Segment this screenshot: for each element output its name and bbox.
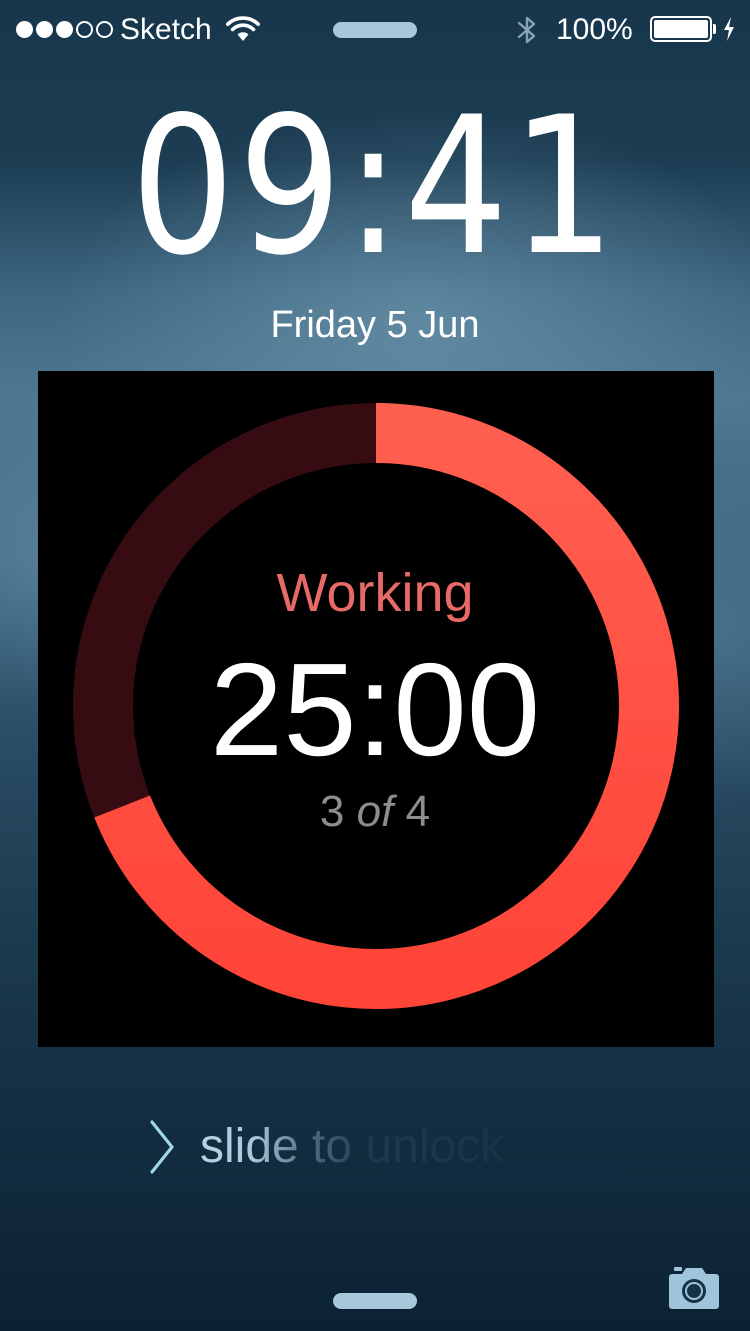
- battery-fill: [654, 20, 708, 38]
- session-of: of: [356, 787, 394, 836]
- signal-dot: [76, 21, 93, 38]
- lock-screen-date: Friday 5 Jun: [270, 304, 480, 346]
- lock-screen-time: 09:41: [0, 92, 750, 282]
- notification-center-grabber[interactable]: [333, 22, 417, 38]
- session-current: 3: [319, 787, 345, 836]
- battery-nub: [713, 24, 716, 34]
- signal-dot: [16, 21, 33, 38]
- bluetooth-icon: [517, 16, 536, 44]
- signal-dot: [56, 21, 73, 38]
- control-center-grabber[interactable]: [333, 1293, 417, 1309]
- timer-countdown: 25:00: [209, 636, 541, 783]
- status-bar: Sketch 100%: [0, 0, 750, 62]
- battery-icon: [650, 16, 712, 42]
- signal-strength: [16, 21, 113, 38]
- chevron-right-icon: [150, 1120, 174, 1174]
- signal-dot: [36, 21, 53, 38]
- session-total: 4: [405, 787, 431, 836]
- session-counter: 3 of 4: [0, 786, 750, 838]
- camera-icon[interactable]: [668, 1262, 720, 1310]
- bolt-icon: [724, 17, 734, 41]
- slide-to-unlock[interactable]: slide to unlock: [148, 1112, 504, 1182]
- carrier-name: Sketch: [120, 13, 212, 46]
- time-text: 09:41: [130, 76, 620, 297]
- timer-state-label: Working: [276, 563, 474, 623]
- signal-dot: [96, 21, 113, 38]
- wifi-icon: [226, 16, 260, 41]
- battery-percentage: 100%: [556, 13, 633, 46]
- slide-to-unlock-label: slide to unlock: [200, 1117, 504, 1177]
